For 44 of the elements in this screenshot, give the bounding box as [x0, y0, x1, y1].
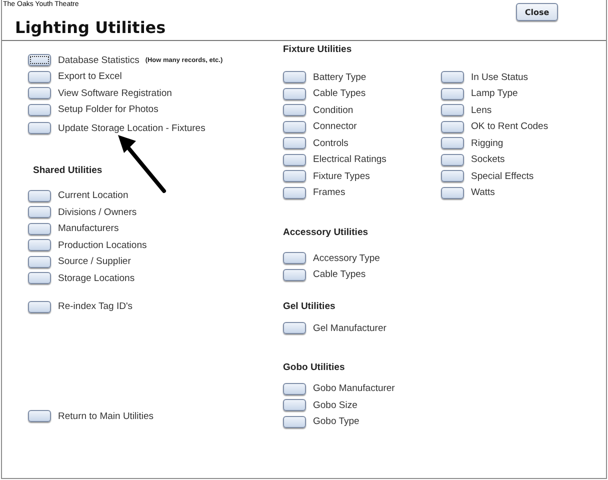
utility-button[interactable] — [28, 54, 51, 66]
utility-label: Database Statistics — [58, 54, 140, 66]
section-heading: Fixture Utilities — [283, 44, 353, 57]
utility-label: Re-index Tag ID's — [58, 301, 133, 312]
utility-label: Accessory Type — [313, 252, 380, 264]
utility-label: Battery Type — [313, 72, 366, 83]
utility-label: Gobo Type — [313, 416, 360, 428]
utility-label: Watts — [471, 187, 495, 198]
utility-label: View Software Registration — [58, 88, 172, 99]
utility-label: Lens — [471, 104, 492, 116]
utility-label: Rigging — [471, 138, 504, 149]
utility-label: In Use Status — [471, 72, 528, 83]
section-heading: Accessory Utilities — [283, 227, 370, 240]
utility-label: Current Location — [58, 190, 128, 202]
utility-label: Cable Types — [313, 269, 366, 280]
section-heading: Gobo Utilities — [283, 362, 346, 374]
utility-label: Return to Main Utilities — [58, 410, 154, 422]
utility-label: Setup Folder for Photos — [58, 104, 158, 116]
utility-label: Production Locations — [58, 240, 147, 251]
section-heading: Shared Utilities — [33, 164, 104, 178]
page-title: Lighting Utilities — [15, 19, 166, 37]
utility-label: OK to Rent Codes — [471, 121, 548, 132]
utility-label: Connector — [313, 121, 357, 132]
utility-label: Storage Locations — [58, 272, 135, 284]
utility-label: Divisions / Owners — [58, 206, 137, 218]
utility-label: Condition — [313, 104, 354, 116]
utility-label: Gel Manufacturer — [313, 322, 386, 334]
utility-label: Gobo Size — [313, 400, 358, 411]
utility-label: Electrical Ratings — [313, 154, 386, 166]
section-heading: Gel Utilities — [283, 301, 336, 314]
utility-label: Fixture Types — [313, 170, 370, 182]
utility-label: Lamp Type — [471, 88, 518, 100]
utility-label: Gobo Manufacturer — [313, 383, 395, 394]
utility-label: Special Effects — [471, 170, 534, 182]
utility-label: Manufacturers — [58, 223, 119, 234]
utility-label: Frames — [313, 187, 346, 198]
utility-label: Cable Types — [313, 88, 366, 100]
utility-label: Controls — [313, 138, 348, 149]
utility-label: Update Storage Location - Fixtures — [58, 122, 206, 134]
return-button[interactable] — [28, 410, 51, 422]
utility-label: Sockets — [471, 154, 505, 166]
utility-label: Source / Supplier — [58, 256, 131, 268]
close-button[interactable]: Close — [516, 3, 558, 21]
utility-label: Export to Excel — [58, 71, 122, 82]
